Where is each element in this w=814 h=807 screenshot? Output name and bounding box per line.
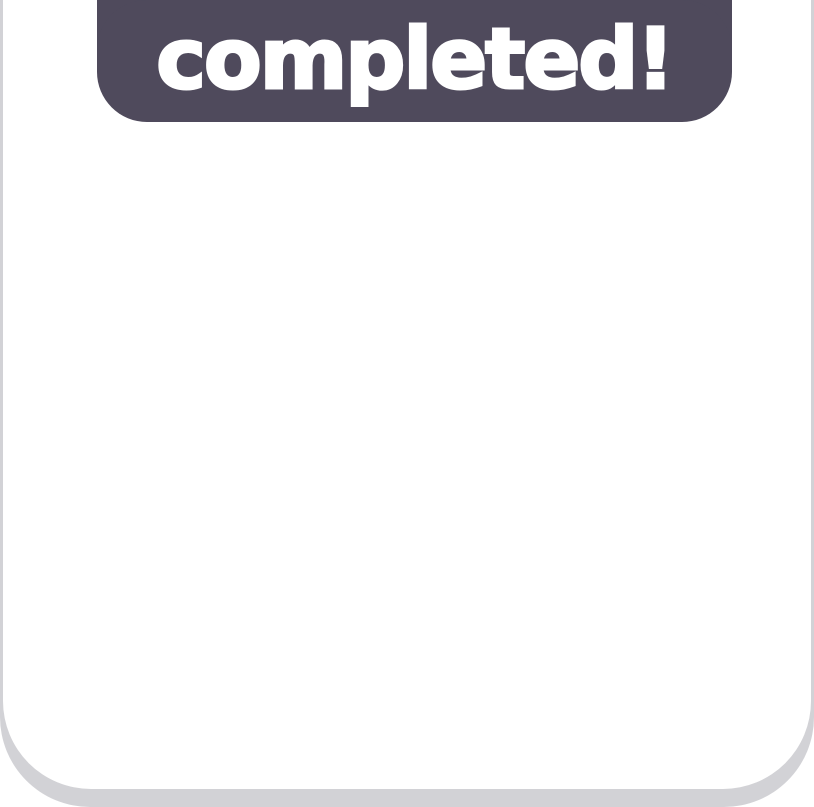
completion-screen: completed!	[0, 0, 814, 807]
completed-banner: completed!	[97, 0, 732, 122]
completed-label: completed!	[155, 10, 676, 108]
